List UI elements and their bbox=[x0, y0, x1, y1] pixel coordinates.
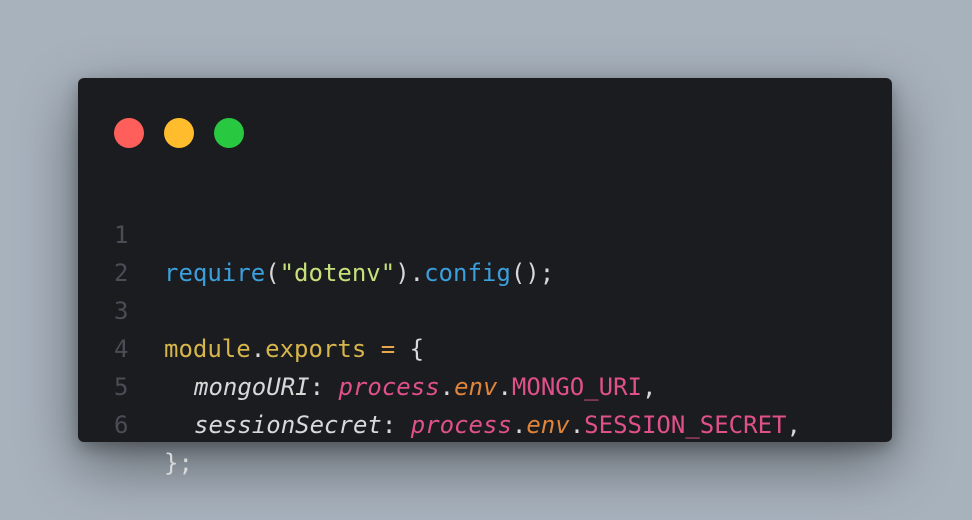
dot: . bbox=[569, 411, 585, 439]
dot: . bbox=[511, 411, 527, 439]
ident-process: process bbox=[410, 411, 512, 439]
code-line-6: 6 }; bbox=[78, 368, 892, 477]
comma: , bbox=[786, 411, 801, 439]
code-line-1: 1 require("dotenv").config(); bbox=[78, 178, 892, 287]
line-number: 6 bbox=[114, 411, 129, 439]
code-line-2: 2 bbox=[78, 216, 892, 287]
brace-close: }; bbox=[164, 449, 193, 477]
code-window: 1 require("dotenv").config(); 2 3 module… bbox=[78, 78, 892, 477]
key-sessionsecret: sessionSecret bbox=[194, 411, 382, 439]
env-var-session-secret: SESSION_SECRET bbox=[584, 411, 787, 439]
close-dot-icon[interactable] bbox=[114, 118, 144, 148]
minimize-dot-icon[interactable] bbox=[164, 118, 194, 148]
code-line-4: 4 mongoURI: process.env.MONGO_URI, bbox=[78, 292, 892, 401]
ident-env: env bbox=[526, 411, 570, 439]
colon: : bbox=[381, 411, 411, 439]
line-source: }; bbox=[164, 444, 193, 482]
code-line-5: 5 sessionSecret: process.env.SESSION_SEC… bbox=[78, 330, 892, 439]
code-block: 1 require("dotenv").config(); 2 3 module… bbox=[78, 178, 892, 477]
maximize-dot-icon[interactable] bbox=[214, 118, 244, 148]
code-line-3: 3 module.exports = { bbox=[78, 254, 892, 363]
line-source: sessionSecret: process.env.SESSION_SECRE… bbox=[164, 406, 801, 444]
